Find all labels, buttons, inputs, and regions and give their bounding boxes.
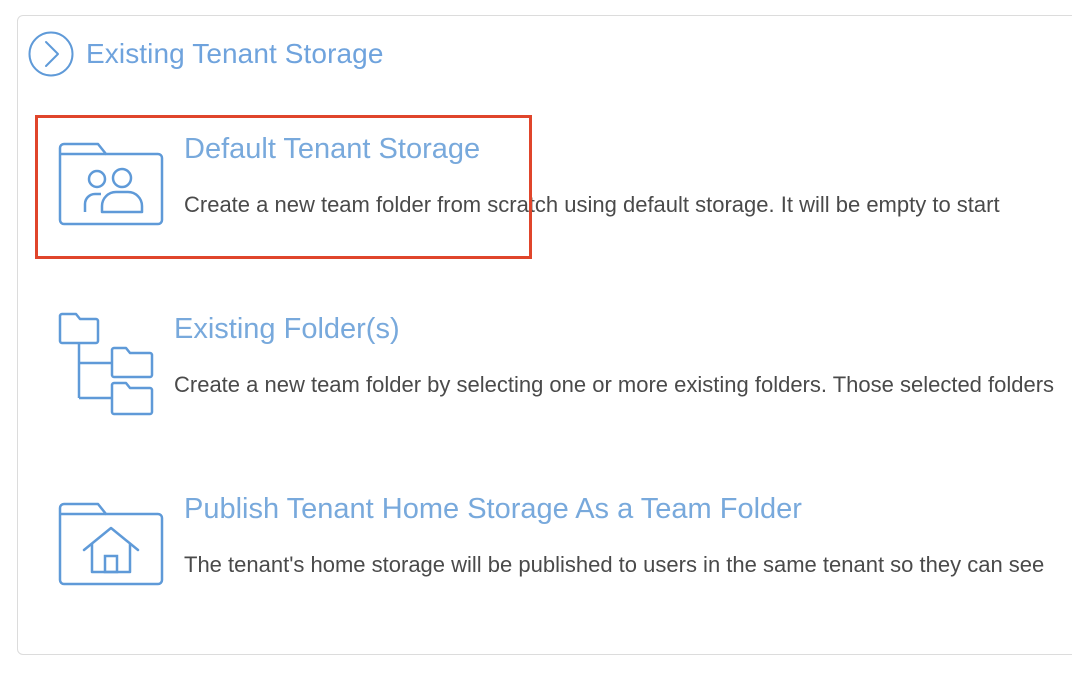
option-title[interactable]: Existing Folder(s) — [174, 313, 400, 346]
option-description: The tenant's home storage will be publis… — [184, 552, 1045, 577]
option-title[interactable]: Publish Tenant Home Storage As a Team Fo… — [184, 493, 802, 526]
option-description: Create a new team folder by selecting on… — [174, 372, 1055, 397]
chevron-right-circle-icon[interactable] — [28, 31, 74, 77]
section-header[interactable]: Existing Tenant Storage — [28, 29, 384, 79]
folder-home-icon — [58, 502, 164, 586]
folder-users-icon — [58, 142, 164, 226]
option-description: Create a new team folder from scratch us… — [184, 192, 1000, 217]
option-title[interactable]: Default Tenant Storage — [184, 133, 480, 166]
folder-tree-icon — [58, 312, 154, 416]
section-title: Existing Tenant Storage — [86, 38, 384, 69]
